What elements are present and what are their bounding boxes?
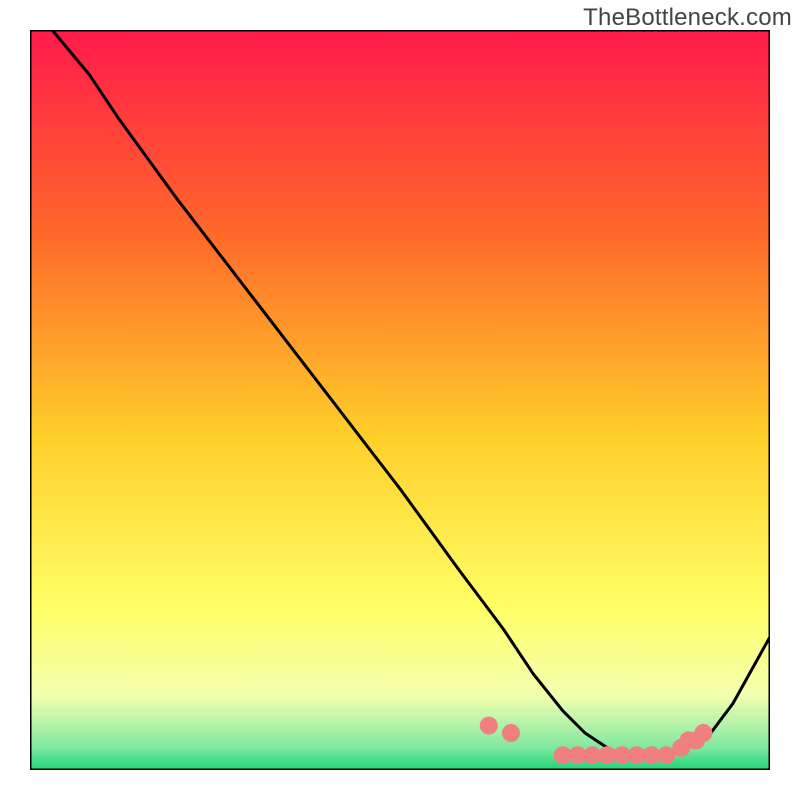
chart-svg <box>30 30 770 770</box>
valley-marker <box>694 724 712 742</box>
valley-marker <box>502 724 520 742</box>
plot-area <box>30 30 770 770</box>
gradient-background <box>30 30 770 770</box>
valley-marker <box>480 717 498 735</box>
watermark-text: TheBottleneck.com <box>583 4 792 32</box>
chart-container: TheBottleneck.com <box>0 0 800 800</box>
